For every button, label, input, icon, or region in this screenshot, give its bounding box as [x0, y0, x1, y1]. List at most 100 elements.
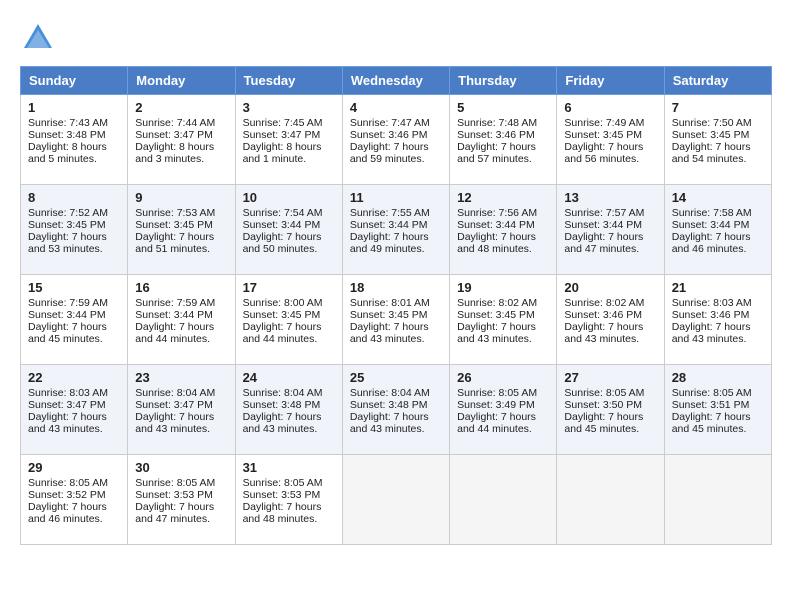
daylight-label: Daylight: 7 hours and 45 minutes. [28, 321, 107, 345]
day-number: 8 [28, 190, 120, 205]
sunset: Sunset: 3:49 PM [457, 399, 535, 411]
calendar-cell: 30 Sunrise: 8:05 AM Sunset: 3:53 PM Dayl… [128, 455, 235, 545]
daylight-label: Daylight: 8 hours and 5 minutes. [28, 141, 107, 165]
sunset: Sunset: 3:45 PM [243, 309, 321, 321]
day-number: 3 [243, 100, 335, 115]
sunrise: Sunrise: 8:05 AM [135, 477, 215, 489]
daylight-label: Daylight: 7 hours and 45 minutes. [564, 411, 643, 435]
calendar-cell: 17 Sunrise: 8:00 AM Sunset: 3:45 PM Dayl… [235, 275, 342, 365]
sunrise: Sunrise: 8:02 AM [564, 297, 644, 309]
calendar-cell: 16 Sunrise: 7:59 AM Sunset: 3:44 PM Dayl… [128, 275, 235, 365]
day-number: 24 [243, 370, 335, 385]
sunrise: Sunrise: 7:54 AM [243, 207, 323, 219]
header-day-saturday: Saturday [664, 67, 771, 95]
page-header [20, 20, 772, 56]
calendar-cell: 9 Sunrise: 7:53 AM Sunset: 3:45 PM Dayli… [128, 185, 235, 275]
day-number: 27 [564, 370, 656, 385]
day-number: 31 [243, 460, 335, 475]
day-number: 25 [350, 370, 442, 385]
calendar-week-3: 15 Sunrise: 7:59 AM Sunset: 3:44 PM Dayl… [21, 275, 772, 365]
sunset: Sunset: 3:52 PM [28, 489, 106, 501]
calendar-cell: 27 Sunrise: 8:05 AM Sunset: 3:50 PM Dayl… [557, 365, 664, 455]
sunrise: Sunrise: 8:00 AM [243, 297, 323, 309]
daylight-label: Daylight: 7 hours and 43 minutes. [350, 411, 429, 435]
calendar-cell: 18 Sunrise: 8:01 AM Sunset: 3:45 PM Dayl… [342, 275, 449, 365]
daylight-label: Daylight: 8 hours and 3 minutes. [135, 141, 214, 165]
sunrise: Sunrise: 7:45 AM [243, 117, 323, 129]
sunrise: Sunrise: 7:55 AM [350, 207, 430, 219]
daylight-label: Daylight: 7 hours and 43 minutes. [135, 411, 214, 435]
header-day-friday: Friday [557, 67, 664, 95]
calendar-week-1: 1 Sunrise: 7:43 AM Sunset: 3:48 PM Dayli… [21, 95, 772, 185]
day-number: 10 [243, 190, 335, 205]
day-number: 5 [457, 100, 549, 115]
sunrise: Sunrise: 8:01 AM [350, 297, 430, 309]
day-number: 15 [28, 280, 120, 295]
day-number: 22 [28, 370, 120, 385]
sunrise: Sunrise: 7:49 AM [564, 117, 644, 129]
calendar-cell: 7 Sunrise: 7:50 AM Sunset: 3:45 PM Dayli… [664, 95, 771, 185]
sunset: Sunset: 3:48 PM [243, 399, 321, 411]
sunrise: Sunrise: 7:56 AM [457, 207, 537, 219]
sunrise: Sunrise: 7:43 AM [28, 117, 108, 129]
calendar-cell: 20 Sunrise: 8:02 AM Sunset: 3:46 PM Dayl… [557, 275, 664, 365]
daylight-label: Daylight: 7 hours and 46 minutes. [672, 231, 751, 255]
daylight-label: Daylight: 7 hours and 44 minutes. [457, 411, 536, 435]
daylight-label: Daylight: 7 hours and 43 minutes. [457, 321, 536, 345]
daylight-label: Daylight: 7 hours and 43 minutes. [564, 321, 643, 345]
calendar-cell: 14 Sunrise: 7:58 AM Sunset: 3:44 PM Dayl… [664, 185, 771, 275]
sunrise: Sunrise: 7:53 AM [135, 207, 215, 219]
sunset: Sunset: 3:50 PM [564, 399, 642, 411]
calendar-cell: 26 Sunrise: 8:05 AM Sunset: 3:49 PM Dayl… [450, 365, 557, 455]
day-number: 12 [457, 190, 549, 205]
sunset: Sunset: 3:44 PM [350, 219, 428, 231]
daylight-label: Daylight: 7 hours and 50 minutes. [243, 231, 322, 255]
day-number: 23 [135, 370, 227, 385]
sunset: Sunset: 3:46 PM [457, 129, 535, 141]
header-day-tuesday: Tuesday [235, 67, 342, 95]
day-number: 28 [672, 370, 764, 385]
day-number: 2 [135, 100, 227, 115]
calendar-cell: 4 Sunrise: 7:47 AM Sunset: 3:46 PM Dayli… [342, 95, 449, 185]
sunrise: Sunrise: 8:04 AM [135, 387, 215, 399]
daylight-label: Daylight: 7 hours and 43 minutes. [350, 321, 429, 345]
sunrise: Sunrise: 7:52 AM [28, 207, 108, 219]
sunrise: Sunrise: 8:02 AM [457, 297, 537, 309]
daylight-label: Daylight: 7 hours and 49 minutes. [350, 231, 429, 255]
calendar-cell: 22 Sunrise: 8:03 AM Sunset: 3:47 PM Dayl… [21, 365, 128, 455]
logo [20, 20, 62, 56]
day-number: 13 [564, 190, 656, 205]
daylight-label: Daylight: 7 hours and 54 minutes. [672, 141, 751, 165]
daylight-label: Daylight: 8 hours and 1 minute. [243, 141, 322, 165]
calendar-cell: 21 Sunrise: 8:03 AM Sunset: 3:46 PM Dayl… [664, 275, 771, 365]
calendar-week-4: 22 Sunrise: 8:03 AM Sunset: 3:47 PM Dayl… [21, 365, 772, 455]
calendar-cell [450, 455, 557, 545]
sunset: Sunset: 3:45 PM [28, 219, 106, 231]
day-number: 6 [564, 100, 656, 115]
day-number: 18 [350, 280, 442, 295]
sunrise: Sunrise: 8:05 AM [564, 387, 644, 399]
calendar-week-2: 8 Sunrise: 7:52 AM Sunset: 3:45 PM Dayli… [21, 185, 772, 275]
day-number: 29 [28, 460, 120, 475]
sunset: Sunset: 3:48 PM [28, 129, 106, 141]
sunset: Sunset: 3:44 PM [457, 219, 535, 231]
sunrise: Sunrise: 7:50 AM [672, 117, 752, 129]
day-number: 30 [135, 460, 227, 475]
calendar-cell: 19 Sunrise: 8:02 AM Sunset: 3:45 PM Dayl… [450, 275, 557, 365]
header-day-thursday: Thursday [450, 67, 557, 95]
sunrise: Sunrise: 8:05 AM [457, 387, 537, 399]
sunset: Sunset: 3:46 PM [672, 309, 750, 321]
sunrise: Sunrise: 7:57 AM [564, 207, 644, 219]
sunrise: Sunrise: 7:47 AM [350, 117, 430, 129]
sunset: Sunset: 3:53 PM [135, 489, 213, 501]
sunrise: Sunrise: 8:05 AM [243, 477, 323, 489]
sunset: Sunset: 3:47 PM [135, 129, 213, 141]
daylight-label: Daylight: 7 hours and 48 minutes. [243, 501, 322, 525]
daylight-label: Daylight: 7 hours and 57 minutes. [457, 141, 536, 165]
calendar-cell: 25 Sunrise: 8:04 AM Sunset: 3:48 PM Dayl… [342, 365, 449, 455]
daylight-label: Daylight: 7 hours and 45 minutes. [672, 411, 751, 435]
day-number: 4 [350, 100, 442, 115]
sunrise: Sunrise: 8:03 AM [672, 297, 752, 309]
header-day-monday: Monday [128, 67, 235, 95]
day-number: 26 [457, 370, 549, 385]
